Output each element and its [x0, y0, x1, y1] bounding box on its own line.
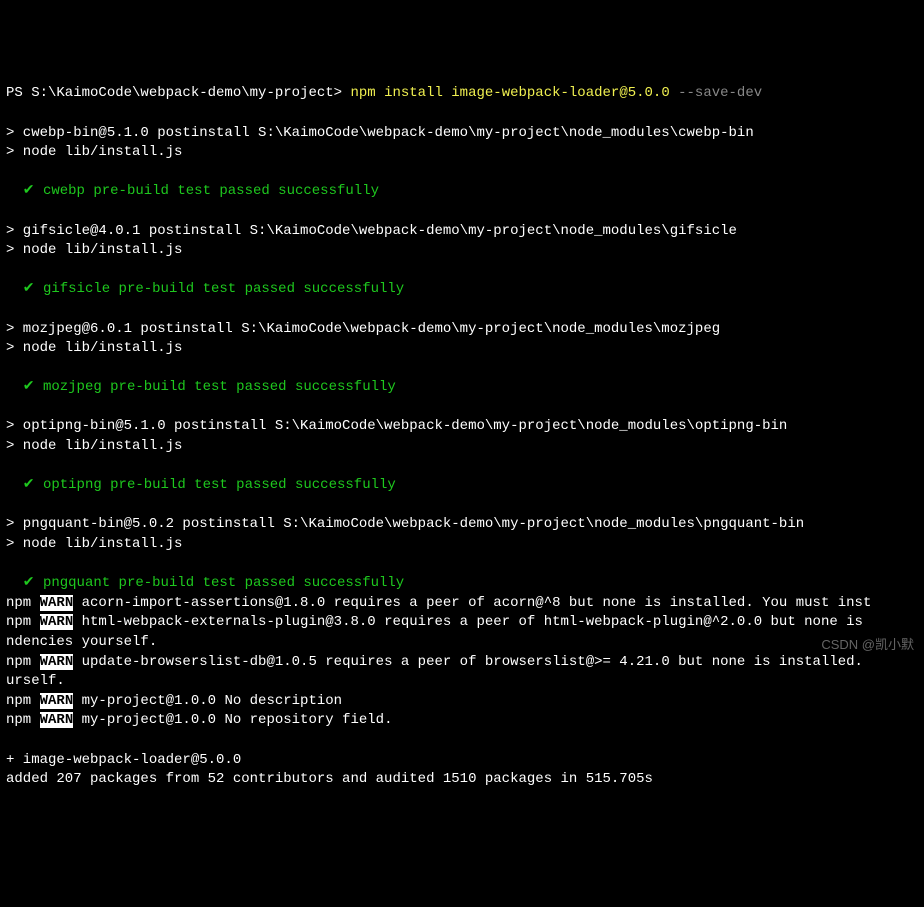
postinstall-line: > optipng-bin@5.1.0 postinstall S:\Kaimo…	[6, 418, 787, 434]
warn-badge: WARN	[40, 654, 74, 670]
node-install-line: > node lib/install.js	[6, 438, 182, 454]
node-install-line: > node lib/install.js	[6, 242, 182, 258]
warn-badge: WARN	[40, 693, 74, 709]
warn-badge: WARN	[40, 595, 74, 611]
node-install-line: > node lib/install.js	[6, 340, 182, 356]
check-icon: ✔	[6, 379, 43, 395]
success-message: gifsicle pre-build test passed successfu…	[43, 281, 404, 297]
success-message: pngquant pre-build test passed successfu…	[43, 575, 404, 591]
check-icon: ✔	[6, 575, 43, 591]
npm-prefix: npm	[6, 614, 40, 630]
success-message: optipng pre-build test passed successful…	[43, 477, 396, 493]
check-icon: ✔	[6, 477, 43, 493]
postinstall-line: > mozjpeg@6.0.1 postinstall S:\KaimoCode…	[6, 321, 720, 337]
npm-prefix: npm	[6, 654, 40, 670]
npm-prefix: npm	[6, 595, 40, 611]
watermark: CSDN @凯小默	[821, 636, 914, 654]
warn-continuation: ndencies yourself.	[6, 634, 157, 650]
success-message: cwebp pre-build test passed successfully	[43, 183, 379, 199]
warn-message: update-browserslist-db@1.0.5 requires a …	[73, 654, 871, 670]
warn-message: html-webpack-externals-plugin@3.8.0 requ…	[73, 614, 871, 630]
added-package: + image-webpack-loader@5.0.0	[6, 752, 241, 768]
postinstall-line: > pngquant-bin@5.0.2 postinstall S:\Kaim…	[6, 516, 804, 532]
node-install-line: > node lib/install.js	[6, 536, 182, 552]
warn-badge: WARN	[40, 712, 74, 728]
npm-flag: --save-dev	[678, 85, 762, 101]
warn-message: my-project@1.0.0 No description	[73, 693, 342, 709]
postinstall-line: > gifsicle@4.0.1 postinstall S:\KaimoCod…	[6, 223, 737, 239]
check-icon: ✔	[6, 281, 43, 297]
prompt-path: PS S:\KaimoCode\webpack-demo\my-project>	[6, 85, 350, 101]
npm-command: npm install image-webpack-loader@5.0.0	[350, 85, 678, 101]
terminal-output[interactable]: PS S:\KaimoCode\webpack-demo\my-project>…	[6, 84, 918, 789]
node-install-line: > node lib/install.js	[6, 144, 182, 160]
warn-message: my-project@1.0.0 No repository field.	[73, 712, 392, 728]
postinstall-line: > cwebp-bin@5.1.0 postinstall S:\KaimoCo…	[6, 125, 754, 141]
warn-message: acorn-import-assertions@1.8.0 requires a…	[73, 595, 871, 611]
success-message: mozjpeg pre-build test passed successful…	[43, 379, 396, 395]
npm-prefix: npm	[6, 693, 40, 709]
check-icon: ✔	[6, 183, 43, 199]
warn-badge: WARN	[40, 614, 74, 630]
npm-prefix: npm	[6, 712, 40, 728]
warn-continuation: urself.	[6, 673, 65, 689]
summary-line: added 207 packages from 52 contributors …	[6, 771, 653, 787]
